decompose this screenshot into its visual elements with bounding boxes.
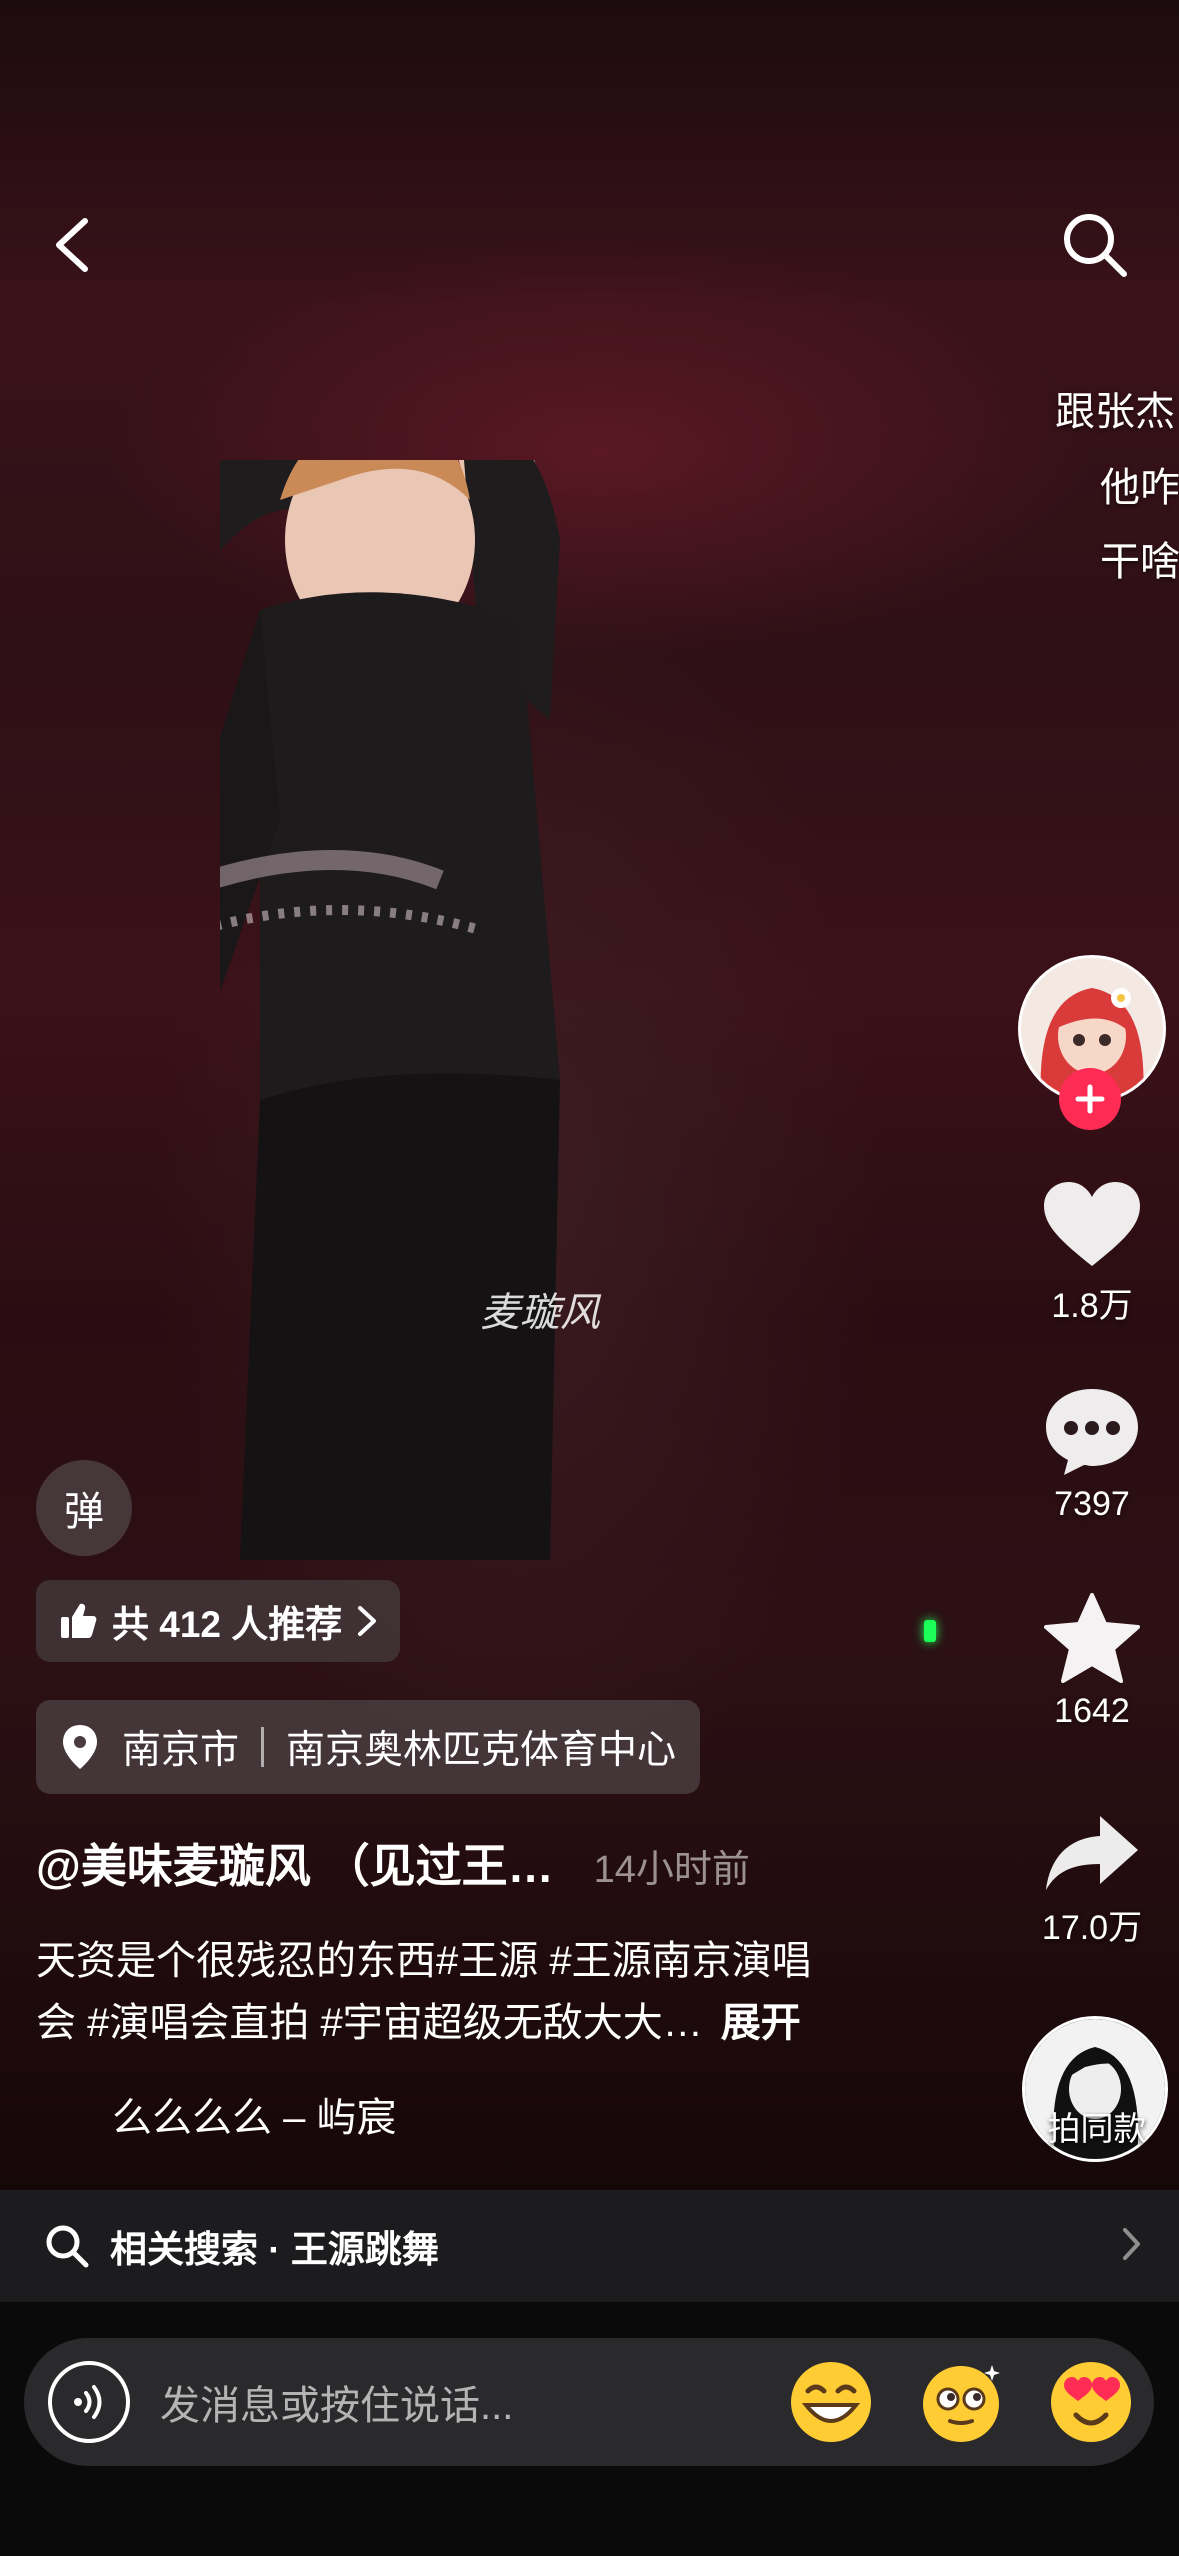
recommend-label: 共 412 人推荐 <box>112 1604 343 1645</box>
location-venue: 南京奥林匹克体育中心 <box>286 1729 677 1772</box>
chevron-right-icon <box>1123 2228 1140 2260</box>
music-info[interactable]: 么么么么 – 屿宸 <box>36 2085 396 2143</box>
bottom-bar: 发消息或按住说话... <box>0 2302 1179 2556</box>
video-description[interactable]: 天资是个很残忍的东西#王源 #王源南京演唱 会 #演唱会直拍 #宇宙超级无敌大大… <box>36 1930 936 2054</box>
description-line: 天资是个很残忍的东西#王源 #王源南京演唱 <box>36 1939 812 1983</box>
related-search-label: 相关搜索 · 王源跳舞 <box>110 2229 439 2270</box>
location-city: 南京市 <box>122 1729 240 1772</box>
danmu-toggle-label: 弹 <box>64 1490 104 1534</box>
danmaku-comment: 他咋 <box>1100 466 1179 510</box>
thumbs-up-icon <box>61 1603 97 1638</box>
danmaku-comment: 跟张杰 <box>1055 390 1175 434</box>
chevron-right-icon <box>358 1606 377 1636</box>
favorite-button[interactable]: 1642 <box>1010 1592 1174 1731</box>
comment-bubble-icon <box>1046 1389 1138 1475</box>
author-name[interactable]: @美味麦璇风 （见过王… <box>36 1830 554 1896</box>
location-chip[interactable]: 南京市 南京奥林匹克体育中心 <box>36 1700 701 1794</box>
performer-figure <box>220 460 560 1560</box>
danmu-toggle-button[interactable]: 弹 <box>36 1460 132 1556</box>
grinning-emoji-icon[interactable] <box>788 2359 874 2445</box>
watermark: 麦璇风 <box>480 1290 600 1336</box>
heart-icon <box>1044 1182 1140 1266</box>
expand-button[interactable]: 展开 <box>721 2001 801 2045</box>
voice-input-button[interactable] <box>48 2361 130 2443</box>
search-icon <box>1064 214 1127 277</box>
music-title: 么么么么 – 屿宸 <box>112 2096 397 2140</box>
plus-icon <box>1075 1084 1105 1114</box>
back-button[interactable] <box>36 200 106 290</box>
recommend-chip[interactable]: 共 412 人推荐 <box>36 1580 401 1662</box>
comment-button[interactable]: 7397 <box>1010 1385 1174 1524</box>
share-button[interactable]: 17.0万 <box>1010 1812 1174 1949</box>
chevron-left-icon <box>56 218 88 272</box>
voice-wave-icon <box>74 2385 102 2419</box>
favorite-count: 1642 <box>1054 1692 1130 1730</box>
danmaku-comment: 干啥 <box>1100 540 1179 584</box>
related-search-bar[interactable]: 相关搜索 · 王源跳舞 <box>0 2190 1179 2302</box>
same-sound-label: 拍同款 <box>1047 2110 1147 2147</box>
post-time: 14小时前 <box>593 1849 750 1891</box>
message-input-bar[interactable]: 发消息或按住说话... <box>24 2338 1154 2466</box>
share-arrow-icon <box>1046 1816 1138 1890</box>
same-sound-button[interactable]: 拍同款 <box>1022 2016 1172 2166</box>
star-icon <box>1044 1593 1140 1683</box>
like-button[interactable]: 1.8万 <box>1010 1180 1174 1327</box>
share-count: 17.0万 <box>1041 1909 1143 1947</box>
message-input[interactable]: 发消息或按住说话... <box>160 2373 788 2431</box>
search-icon <box>46 2225 89 2268</box>
dizzy-emoji-icon[interactable] <box>918 2359 1004 2445</box>
author-avatar-button[interactable] <box>1018 955 1166 1130</box>
like-count: 1.8万 <box>1051 1287 1133 1325</box>
location-divider <box>261 1727 265 1767</box>
stage-light <box>924 1620 936 1642</box>
description-line: 会 #演唱会直拍 #宇宙超级无敌大大… <box>36 2001 703 2045</box>
location-pin-icon <box>63 1725 97 1769</box>
author-line: @美味麦璇风 （见过王… 14小时前 <box>36 1830 750 1896</box>
comment-count: 7397 <box>1054 1485 1130 1523</box>
heart-eyes-emoji-icon[interactable] <box>1048 2359 1134 2445</box>
search-button[interactable] <box>1050 200 1140 290</box>
follow-button[interactable] <box>1059 1068 1121 1130</box>
